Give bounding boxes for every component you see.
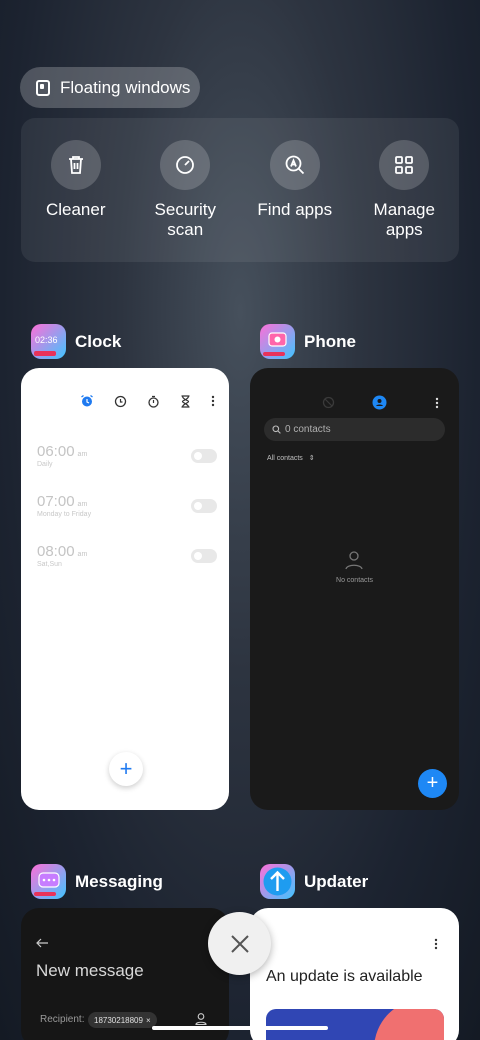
security-scan-button[interactable]: Security scan — [135, 140, 235, 262]
phone-app-header[interactable]: Phone — [260, 324, 356, 359]
recipient-chip[interactable]: 18730218809 × — [88, 1012, 157, 1028]
alarm-tab-icon[interactable] — [80, 394, 94, 408]
phone-app-card[interactable]: 0 contacts All contacts ⇕ No contacts + — [250, 368, 459, 810]
recipient-value: 18730218809 — [94, 1015, 143, 1025]
updater-app-card[interactable]: An update is available — [250, 908, 459, 1040]
messaging-app-name: Messaging — [75, 871, 163, 891]
alarm-ampm: am — [77, 551, 88, 558]
cleaner-button[interactable]: Cleaner — [26, 140, 126, 262]
updater-app-header[interactable]: Updater — [260, 864, 368, 899]
manage-apps-button[interactable]: Manage apps — [354, 140, 454, 262]
clear-all-button[interactable] — [208, 912, 271, 975]
cleaner-label: Cleaner — [45, 200, 106, 219]
world-clock-tab-icon[interactable] — [114, 395, 127, 408]
contacts-tab-icon[interactable] — [372, 395, 387, 410]
find-apps-icon — [269, 140, 320, 190]
manage-apps-label: Manage apps — [373, 200, 435, 239]
alarm-toggle[interactable] — [191, 499, 217, 513]
update-banner-image — [266, 1009, 444, 1040]
alarm-toggle[interactable] — [191, 449, 217, 463]
empty-state-label: No contacts — [336, 577, 373, 584]
alarm-ampm: am — [77, 501, 88, 508]
alarm-repeat: Monday to Friday — [37, 511, 92, 518]
remove-recipient-icon[interactable]: × — [146, 1016, 151, 1025]
alarm-time: 06:00 — [37, 443, 75, 460]
contacts-search-input[interactable]: 0 contacts — [264, 418, 445, 441]
alarm-toggle[interactable] — [191, 549, 217, 563]
messaging-app-icon — [31, 864, 66, 899]
search-icon — [272, 425, 281, 434]
floating-windows-label: Floating windows — [60, 77, 191, 97]
add-contact-button[interactable]: + — [418, 769, 447, 798]
clock-app-name: Clock — [75, 331, 122, 351]
updater-app-icon — [260, 864, 295, 899]
timer-tab-icon[interactable] — [180, 394, 191, 408]
filter-label: All contacts — [267, 455, 303, 462]
back-arrow-icon[interactable] — [36, 938, 49, 948]
find-apps-button[interactable]: Find apps — [245, 140, 345, 262]
more-options-icon[interactable] — [435, 397, 439, 409]
trash-icon — [50, 140, 101, 190]
chevron-updown-icon: ⇕ — [308, 455, 315, 462]
phone-app-icon — [260, 324, 295, 359]
clock-icon-time: 02:36 — [35, 335, 58, 345]
clock-app-card[interactable]: 06:00 am Daily 07:00 am Monday to Friday 0… — [21, 368, 229, 810]
alarm-time: 08:00 — [37, 543, 75, 560]
more-options-icon[interactable] — [211, 395, 215, 407]
update-available-title: An update is available — [266, 968, 423, 985]
person-icon — [345, 551, 363, 570]
clock-app-icon: 02:36 — [31, 324, 66, 359]
contact-picker-icon[interactable] — [195, 1012, 207, 1026]
clock-app-header[interactable]: 02:36 Clock — [31, 324, 121, 359]
floating-window-icon — [36, 79, 50, 96]
stopwatch-tab-icon[interactable] — [147, 395, 160, 408]
updater-app-name: Updater — [304, 871, 369, 891]
messaging-app-card[interactable]: New message Recipient: 18730218809 × — [21, 908, 229, 1040]
alarm-repeat: Daily — [37, 461, 53, 468]
clock-toolbar — [80, 394, 215, 408]
messaging-app-header[interactable]: Messaging — [31, 864, 163, 899]
alarm-row[interactable]: 07:00 am Monday to Friday — [37, 493, 217, 518]
home-indicator[interactable] — [152, 1026, 328, 1030]
contacts-filter-dropdown[interactable]: All contacts ⇕ — [267, 454, 315, 462]
alarm-row[interactable]: 08:00 am Sat,Sun — [37, 543, 217, 568]
grid-icon — [379, 140, 430, 190]
alarm-time: 07:00 — [37, 493, 75, 510]
floating-windows-button[interactable]: Floating windows — [20, 67, 200, 108]
alarm-repeat: Sat,Sun — [37, 561, 62, 568]
alarm-row[interactable]: 06:00 am Daily — [37, 443, 217, 468]
shield-scan-icon — [160, 140, 211, 190]
quick-tools-panel: Cleaner Security scan Find apps Manage a… — [21, 118, 459, 262]
recipient-label: Recipient: — [40, 1014, 85, 1025]
add-alarm-button[interactable]: + — [109, 752, 143, 786]
find-apps-label: Find apps — [257, 200, 333, 219]
close-icon — [230, 934, 249, 953]
alarm-ampm: am — [77, 451, 88, 458]
search-placeholder: 0 contacts — [285, 424, 331, 435]
recents-tab-icon[interactable] — [322, 396, 335, 409]
phone-app-name: Phone — [304, 331, 356, 351]
more-options-icon[interactable] — [434, 938, 438, 950]
security-scan-label: Security scan — [154, 200, 216, 239]
new-message-title: New message — [36, 961, 144, 980]
